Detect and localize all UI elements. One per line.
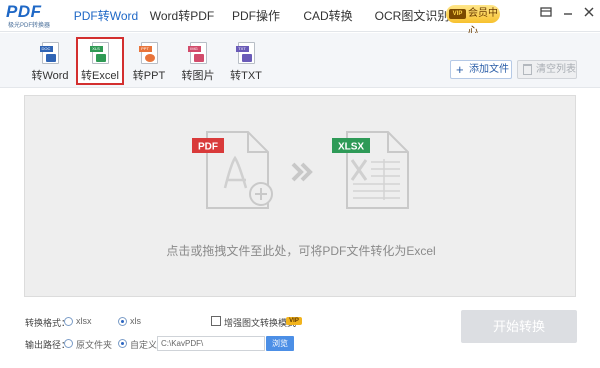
subtool-to-txt[interactable]: TXT 转TXT <box>222 37 270 85</box>
image-file-icon: IMG <box>187 42 207 64</box>
close-icon[interactable] <box>582 6 596 20</box>
top-bar: PDF 极光PDF转换器 PDF转Word Word转PDF PDF操作 CAD… <box>0 0 600 37</box>
subtool-to-excel[interactable]: XLS 转Excel <box>76 37 124 85</box>
subtool-label: 转TXT <box>230 70 262 82</box>
clear-list-button[interactable]: 清空列表 <box>517 60 577 79</box>
tab-word-to-pdf[interactable]: Word转PDF <box>144 0 220 32</box>
format-option-xls: xls <box>130 316 141 326</box>
plus-icon: + <box>456 62 464 77</box>
subtool-label: 转Excel <box>81 70 119 82</box>
vip-crown-icon: VIP <box>449 9 466 19</box>
output-path-input[interactable] <box>157 336 265 351</box>
format-option-xlsx: xlsx <box>76 316 92 326</box>
vip-center-button[interactable]: VIP 会员中心 <box>446 5 500 37</box>
subtool-label: 转PPT <box>132 70 166 82</box>
subtool-to-ppt[interactable]: PPT 转PPT <box>125 37 173 85</box>
file-drop-zone[interactable]: PDF XLSX 点击或拖拽文件至此处，可将PDF文件转化为Excel <box>24 95 576 297</box>
trash-icon <box>523 64 532 75</box>
subtool-label: 转图片 <box>181 70 215 82</box>
tab-pdf-operations[interactable]: PDF操作 <box>220 0 292 32</box>
radio-format-xlsx[interactable] <box>64 317 73 326</box>
radio-format-xls[interactable] <box>118 317 127 326</box>
subtool-to-image[interactable]: IMG 转图片 <box>174 37 222 85</box>
word-file-icon: DOC <box>39 42 59 64</box>
enhance-mode-checkbox[interactable] <box>211 316 221 326</box>
excel-file-icon: XLS <box>89 42 109 64</box>
clear-list-label: 清空列表 <box>536 64 576 75</box>
app-logo: PDF 极光PDF转换器 <box>6 2 62 30</box>
main-tabs: PDF转Word Word转PDF PDF操作 CAD转换 OCR图文识别 <box>68 0 460 32</box>
output-option-custom: 自定义 <box>130 340 158 350</box>
vip-badge-icon: VIP <box>286 317 302 325</box>
txt-file-icon: TXT <box>235 42 255 64</box>
drop-hint-text: 点击或拖拽文件至此处，可将PDF文件转化为Excel <box>166 244 436 258</box>
logo-text: PDF <box>6 2 42 21</box>
radio-output-source-folder[interactable] <box>64 339 73 348</box>
add-file-button[interactable]: + 添加文件 <box>450 60 512 79</box>
subtool-to-word[interactable]: DOC 转Word <box>26 37 74 85</box>
start-convert-button[interactable]: 开始转换 <box>461 310 577 343</box>
logo-subtitle: 极光PDF转换器 <box>8 23 51 29</box>
minimize-icon[interactable] <box>561 6 575 20</box>
browse-button[interactable]: 浏览 <box>266 336 294 351</box>
pdf-badge-text: PDF <box>198 142 218 153</box>
convert-arrow-icon <box>291 162 313 182</box>
tab-cad-convert[interactable]: CAD转换 <box>292 0 364 32</box>
menu-icon[interactable] <box>539 6 553 20</box>
xlsx-badge-text: XLSX <box>338 142 364 153</box>
radio-output-custom[interactable] <box>118 339 127 348</box>
tab-pdf-to-word[interactable]: PDF转Word <box>68 0 144 32</box>
ppt-file-icon: PPT <box>138 42 158 64</box>
subtool-label: 转Word <box>31 70 69 82</box>
add-file-label: 添加文件 <box>469 64 509 75</box>
output-option-source: 原文件夹 <box>76 340 113 350</box>
